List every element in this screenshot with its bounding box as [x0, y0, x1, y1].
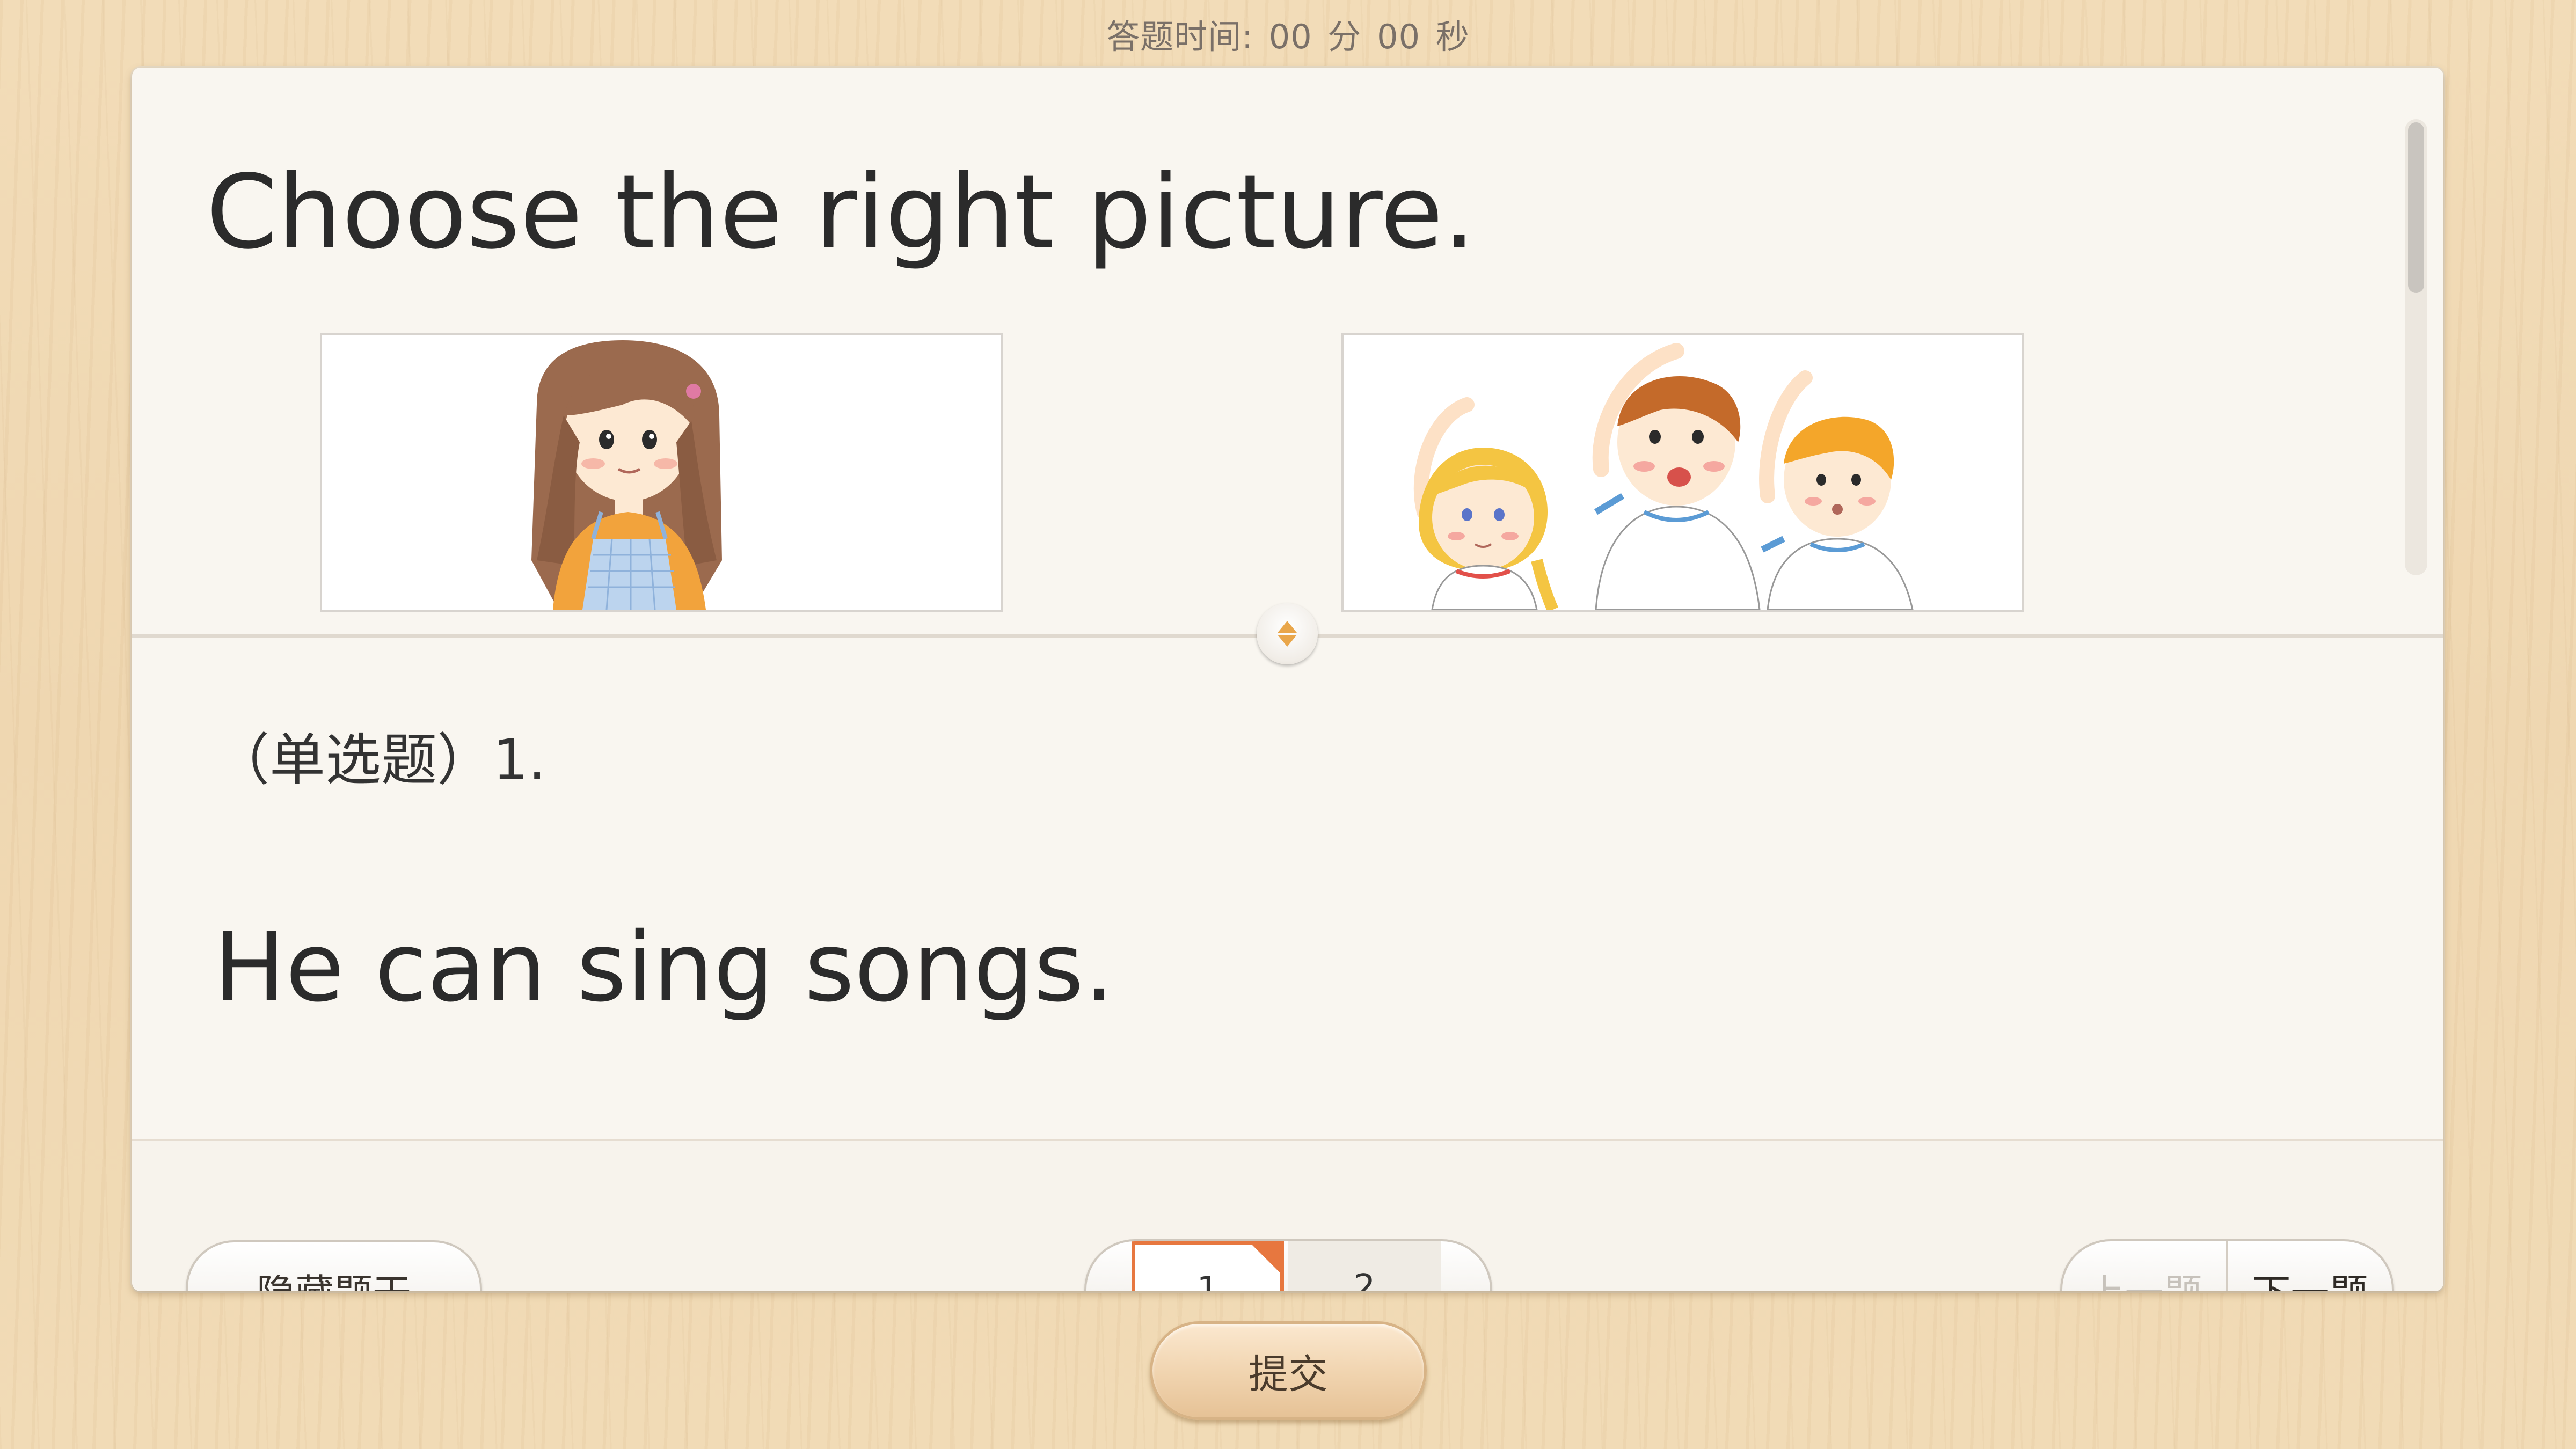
timer-label: 答题时间: — [1106, 17, 1254, 56]
pager-item-1[interactable]: 1 — [1132, 1241, 1284, 1291]
timer: 答题时间: 00 分 00 秒 — [0, 10, 2576, 58]
question-text: He can sing songs. — [214, 912, 1114, 1023]
submit-button[interactable]: 提交 — [1150, 1321, 1427, 1420]
previous-question-button[interactable]: 上一题 — [2062, 1241, 2228, 1291]
girl-picture-icon — [531, 340, 722, 610]
next-question-button[interactable]: 下一题 — [2228, 1241, 2392, 1292]
timer-seconds-unit: 秒 — [1435, 17, 1470, 56]
children-exercising-picture-icon — [1413, 343, 1914, 610]
timer-minutes: 00 — [1268, 17, 1312, 56]
question-stem-pane: Choose the right picture. — [132, 68, 2443, 633]
resize-handle[interactable] — [1257, 603, 1318, 664]
stem-title: Choose the right picture. — [206, 153, 1476, 272]
timer-seconds: 00 — [1377, 17, 1421, 56]
pager-item-2[interactable]: 2 — [1288, 1241, 1441, 1291]
flag-marker-icon — [1249, 1241, 1284, 1277]
picture-option-girl[interactable] — [320, 333, 1003, 612]
question-type-label: （单选题）1. — [214, 727, 546, 793]
picture-option-children[interactable] — [1341, 333, 2024, 612]
question-card: Choose the right picture. （单选题）1. He can… — [132, 68, 2443, 1291]
card-footer: 隐藏题干 1 2 上一题 下一题 — [132, 1139, 2443, 1291]
timer-minutes-unit: 分 — [1327, 17, 1362, 56]
stem-scrollbar-thumb[interactable] — [2408, 122, 2424, 293]
pager-item-label: 2 — [1353, 1268, 1376, 1291]
hide-stem-button[interactable]: 隐藏题干 — [186, 1240, 482, 1291]
question-navigation: 上一题 下一题 — [2060, 1239, 2394, 1291]
question-pager: 1 2 — [1084, 1239, 1492, 1291]
resize-arrows-icon — [1278, 621, 1297, 647]
stem-scrollbar[interactable] — [2405, 119, 2427, 575]
pager-item-label: 1 — [1196, 1270, 1219, 1291]
